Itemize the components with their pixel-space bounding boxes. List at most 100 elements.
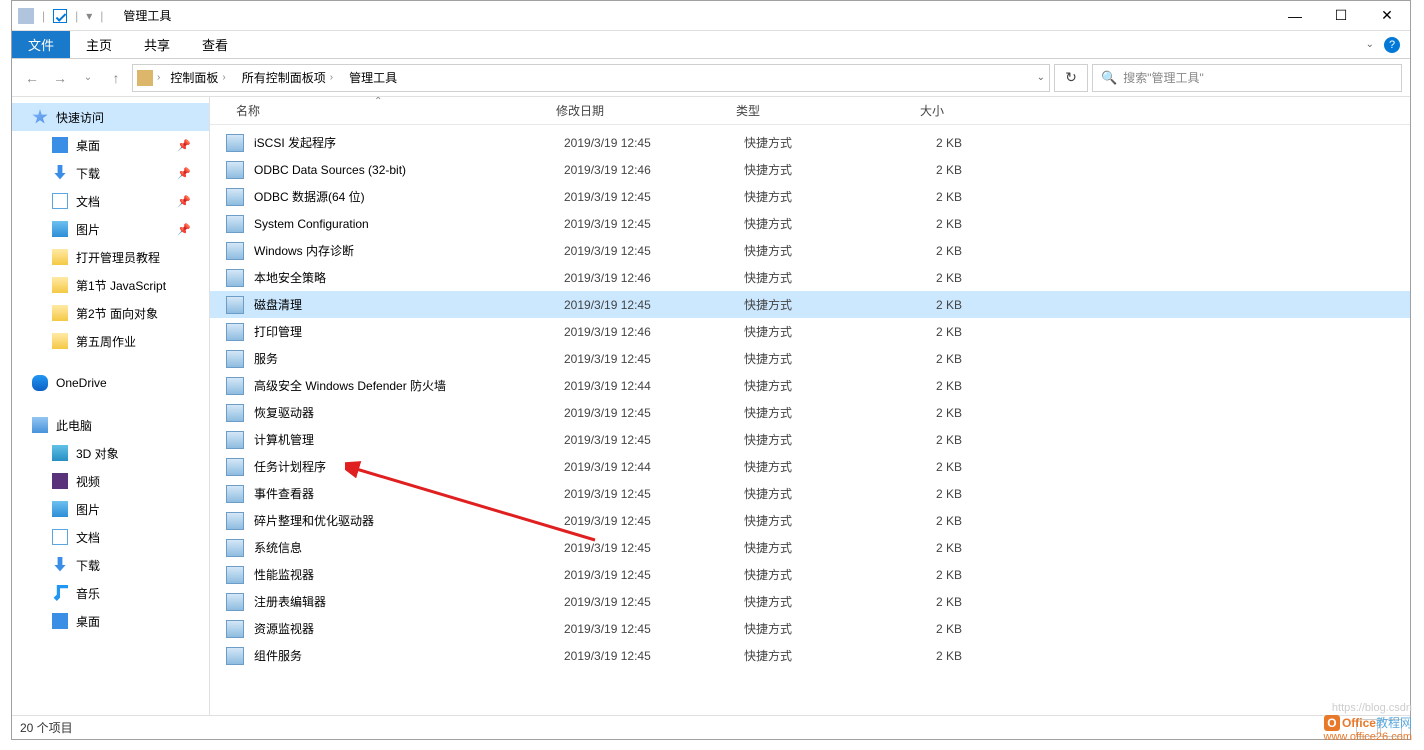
file-row[interactable]: 性能监视器2019/3/19 12:45快捷方式2 KB (210, 561, 1410, 588)
breadcrumb-item[interactable]: 管理工具 (343, 69, 403, 86)
sidebar-item[interactable]: 3D 对象 (12, 439, 209, 467)
file-row[interactable]: ODBC Data Sources (32-bit)2019/3/19 12:4… (210, 156, 1410, 183)
separator: | (75, 9, 78, 23)
file-type: 快捷方式 (744, 593, 894, 610)
column-header-type[interactable]: 类型 (726, 102, 876, 119)
sidebar-item-label: 打开管理员教程 (76, 249, 160, 266)
sidebar-item-label: 下载 (76, 557, 100, 574)
qat-dropdown-icon[interactable]: ▾ (86, 9, 92, 23)
file-size: 2 KB (894, 190, 982, 204)
sidebar-item[interactable]: 第五周作业 (12, 327, 209, 355)
file-type: 快捷方式 (744, 620, 894, 637)
folder-icon (52, 305, 68, 321)
address-dropdown-icon[interactable]: ⌄ (1037, 72, 1045, 83)
folder-icon (137, 70, 153, 86)
sidebar-item[interactable]: 文档📌 (12, 187, 209, 215)
file-size: 2 KB (894, 460, 982, 474)
sidebar-item[interactable]: OneDrive (12, 369, 209, 397)
file-type: 快捷方式 (744, 431, 894, 448)
file-row[interactable]: iSCSI 发起程序2019/3/19 12:45快捷方式2 KB (210, 129, 1410, 156)
sidebar-item[interactable]: 图片 (12, 495, 209, 523)
file-date: 2019/3/19 12:45 (564, 541, 744, 555)
sidebar-item[interactable]: 打开管理员教程 (12, 243, 209, 271)
qat-checkbox-icon[interactable] (53, 9, 67, 23)
up-button[interactable]: ↑ (104, 66, 128, 90)
sidebar-item[interactable]: 图片📌 (12, 215, 209, 243)
file-row[interactable]: 注册表编辑器2019/3/19 12:45快捷方式2 KB (210, 588, 1410, 615)
file-row[interactable]: ODBC 数据源(64 位)2019/3/19 12:45快捷方式2 KB (210, 183, 1410, 210)
ribbon-tab-file[interactable]: 文件 (12, 31, 70, 58)
refresh-button[interactable]: ↻ (1054, 64, 1088, 92)
maximize-button[interactable]: ☐ (1318, 1, 1364, 31)
sidebar-item[interactable]: 快速访问 (12, 103, 209, 131)
document-icon (52, 193, 68, 209)
watermark-text: Office (1342, 716, 1376, 730)
sidebar-item-label: 此电脑 (56, 417, 92, 434)
folder-icon (52, 333, 68, 349)
file-row[interactable]: 系统信息2019/3/19 12:45快捷方式2 KB (210, 534, 1410, 561)
address-bar[interactable]: › 控制面板› 所有控制面板项› 管理工具 ⌄ (132, 64, 1050, 92)
file-row[interactable]: 服务2019/3/19 12:45快捷方式2 KB (210, 345, 1410, 372)
file-row[interactable]: 事件查看器2019/3/19 12:45快捷方式2 KB (210, 480, 1410, 507)
content-pane: 名称⌃ 修改日期 类型 大小 iSCSI 发起程序2019/3/19 12:45… (210, 97, 1410, 715)
search-input[interactable]: 🔍 搜索"管理工具" (1092, 64, 1402, 92)
shortcut-icon (226, 485, 244, 503)
sidebar-item[interactable]: 下载 (12, 551, 209, 579)
file-name: 注册表编辑器 (254, 593, 564, 610)
ribbon-tab-view[interactable]: 查看 (186, 31, 244, 58)
sidebar-item[interactable]: 下载📌 (12, 159, 209, 187)
column-header-size[interactable]: 大小 (876, 102, 964, 119)
file-row[interactable]: 计算机管理2019/3/19 12:45快捷方式2 KB (210, 426, 1410, 453)
pictures-icon (52, 501, 68, 517)
pin-icon: 📌 (177, 223, 191, 236)
sidebar-item-label: 桌面 (76, 137, 100, 154)
file-row[interactable]: 磁盘清理2019/3/19 12:45快捷方式2 KB (210, 291, 1410, 318)
help-icon[interactable]: ? (1384, 37, 1400, 53)
folder-icon (52, 277, 68, 293)
ribbon-expand-icon[interactable]: ⌄ (1366, 39, 1374, 50)
file-size: 2 KB (894, 352, 982, 366)
column-header-date[interactable]: 修改日期 (546, 102, 726, 119)
breadcrumb-item[interactable]: 所有控制面板项› (236, 69, 339, 86)
history-dropdown[interactable]: ⌄ (76, 66, 100, 90)
sidebar-item[interactable]: 此电脑 (12, 411, 209, 439)
file-row[interactable]: 恢复驱动器2019/3/19 12:45快捷方式2 KB (210, 399, 1410, 426)
shortcut-icon (226, 269, 244, 287)
file-row[interactable]: 打印管理2019/3/19 12:46快捷方式2 KB (210, 318, 1410, 345)
file-type: 快捷方式 (744, 161, 894, 178)
file-row[interactable]: 资源监视器2019/3/19 12:45快捷方式2 KB (210, 615, 1410, 642)
file-date: 2019/3/19 12:45 (564, 244, 744, 258)
close-button[interactable]: ✕ (1364, 1, 1410, 31)
forward-button[interactable]: → (48, 66, 72, 90)
file-size: 2 KB (894, 514, 982, 528)
file-row[interactable]: Windows 内存诊断2019/3/19 12:45快捷方式2 KB (210, 237, 1410, 264)
file-date: 2019/3/19 12:45 (564, 433, 744, 447)
file-row[interactable]: 组件服务2019/3/19 12:45快捷方式2 KB (210, 642, 1410, 669)
sidebar-item[interactable]: 文档 (12, 523, 209, 551)
minimize-button[interactable]: ― (1272, 1, 1318, 31)
column-header-name[interactable]: 名称⌃ (226, 102, 546, 119)
sidebar-item[interactable]: 第2节 面向对象 (12, 299, 209, 327)
file-size: 2 KB (894, 379, 982, 393)
sidebar-item[interactable]: 音乐 (12, 579, 209, 607)
window-controls: ― ☐ ✕ (1272, 1, 1410, 31)
sidebar-item[interactable]: 视频 (12, 467, 209, 495)
ribbon-tab-share[interactable]: 共享 (128, 31, 186, 58)
file-row[interactable]: 碎片整理和优化驱动器2019/3/19 12:45快捷方式2 KB (210, 507, 1410, 534)
file-row[interactable]: System Configuration2019/3/19 12:45快捷方式2… (210, 210, 1410, 237)
chevron-right-icon[interactable]: › (157, 72, 160, 83)
sidebar-item[interactable]: 桌面📌 (12, 131, 209, 159)
breadcrumb-item[interactable]: 控制面板› (164, 69, 231, 86)
file-row[interactable]: 任务计划程序2019/3/19 12:44快捷方式2 KB (210, 453, 1410, 480)
sidebar-item[interactable]: 桌面 (12, 607, 209, 635)
back-button[interactable]: ← (20, 66, 44, 90)
sidebar-item[interactable]: 第1节 JavaScript (12, 271, 209, 299)
navigation-pane[interactable]: 快速访问桌面📌下载📌文档📌图片📌打开管理员教程第1节 JavaScript第2节… (12, 97, 210, 715)
file-name: 打印管理 (254, 323, 564, 340)
file-row[interactable]: 本地安全策略2019/3/19 12:46快捷方式2 KB (210, 264, 1410, 291)
ribbon-tab-home[interactable]: 主页 (70, 31, 128, 58)
file-list[interactable]: iSCSI 发起程序2019/3/19 12:45快捷方式2 KBODBC Da… (210, 125, 1410, 715)
file-row[interactable]: 高级安全 Windows Defender 防火墙2019/3/19 12:44… (210, 372, 1410, 399)
shortcut-icon (226, 647, 244, 665)
file-size: 2 KB (894, 487, 982, 501)
